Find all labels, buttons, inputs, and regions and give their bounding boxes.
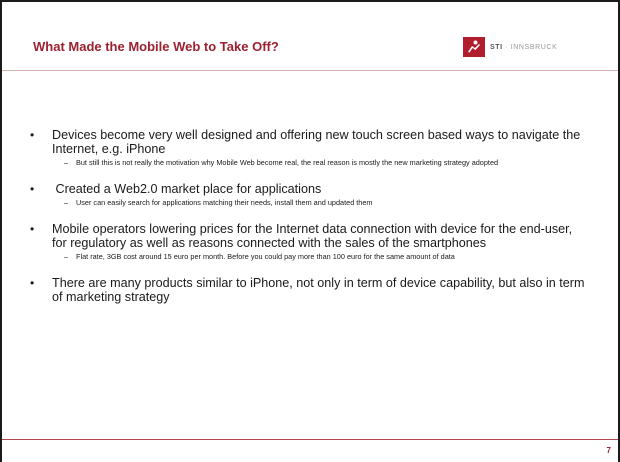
slide-title: What Made the Mobile Web to Take Off? [33,39,279,54]
slide-content: • Devices become very well designed and … [30,128,590,304]
sti-logo-icon [463,37,485,57]
bullet-icon: • [30,182,35,196]
sub-bullet-item: – User can easily search for application… [64,198,590,207]
bullet-item: • Created a Web2.0 market place for appl… [30,182,590,196]
logo-text: STI · INNSBRUCK [490,43,558,51]
dash-icon: – [64,252,69,261]
slide: What Made the Mobile Web to Take Off? ST… [0,0,620,462]
bullet-icon: • [30,128,35,142]
footer-divider [2,439,618,440]
page-number: 7 [606,446,611,455]
bullet-text: Devices become very well designed and of… [52,128,581,156]
sub-bullet-text: User can easily search for applications … [76,198,373,207]
sub-bullet-item: – But still this is not really the motiv… [64,158,590,167]
bullet-text: There are many products similar to iPhon… [52,276,585,304]
bullet-item: • Mobile operators lowering prices for t… [30,222,590,250]
bullet-item: • There are many products similar to iPh… [30,276,590,304]
sub-bullet-text: Flat rate, 3GB cost around 15 euro per m… [76,252,455,261]
dash-icon: – [64,158,69,167]
bullet-text: Created a Web2.0 market place for applic… [52,182,322,196]
bullet-item: • Devices become very well designed and … [30,128,590,156]
bullet-icon: • [30,222,35,236]
bullet-text: Mobile operators lowering prices for the… [52,222,573,250]
sub-bullet-item: – Flat rate, 3GB cost around 15 euro per… [64,252,590,261]
bullet-icon: • [30,276,35,290]
sub-bullet-text: But still this is not really the motivat… [76,158,499,167]
dash-icon: – [64,198,69,207]
title-bar: What Made the Mobile Web to Take Off? ST… [2,2,618,71]
sti-logo: STI · INNSBRUCK [463,37,557,57]
